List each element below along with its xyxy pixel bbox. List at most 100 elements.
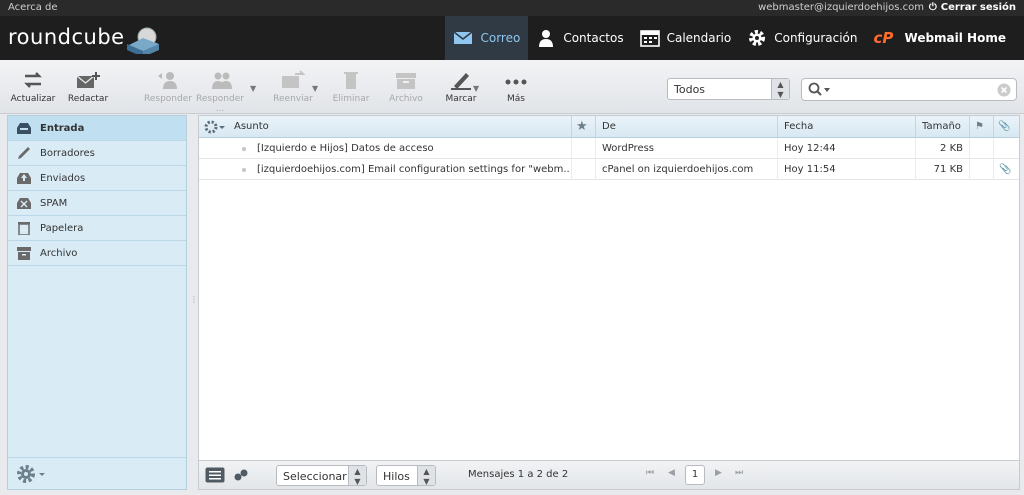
folder-spam[interactable]: SPAM — [8, 191, 186, 216]
column-divider — [571, 138, 572, 180]
column-flagged[interactable]: ★ — [571, 116, 595, 138]
search-icon[interactable] — [808, 82, 832, 98]
refresh-button[interactable]: Actualizar — [7, 70, 59, 104]
folder-trash[interactable]: Papelera — [8, 216, 186, 241]
threads-view-icon[interactable] — [233, 468, 251, 482]
column-divider — [969, 138, 970, 180]
refresh-icon — [24, 72, 42, 88]
folder-drafts[interactable]: Borradores — [8, 141, 186, 166]
folder-archive[interactable]: Archivo — [8, 241, 186, 266]
refresh-label: Actualizar — [10, 94, 56, 104]
compose-button[interactable]: Redactar — [62, 70, 114, 104]
tab-contacts[interactable]: Contactos — [528, 16, 631, 60]
message-from: cPanel on izquierdoehijos.com — [602, 164, 754, 175]
reply-all-dropdown-arrow[interactable]: ▼ — [250, 84, 256, 93]
inbox-icon — [17, 123, 31, 134]
envelope-icon — [454, 31, 473, 44]
filter-select[interactable]: Todos ▲ ▼ — [667, 78, 790, 100]
search-box[interactable] — [801, 78, 1017, 101]
unread-dot-icon — [242, 147, 246, 151]
tab-settings[interactable]: Configuración — [739, 16, 865, 60]
message-list-footer: Seleccionar ▲ ▼ Hilos ▲ ▼ Mensajes 1 a 2 d… — [199, 460, 1019, 489]
column-attachment[interactable]: 📎 — [993, 116, 1019, 138]
compose-label: Redactar — [67, 94, 109, 104]
clear-search-icon[interactable] — [997, 83, 1011, 97]
updown-arrow-icon: ▲ ▼ — [771, 79, 789, 99]
more-icon — [505, 79, 527, 85]
list-options-gear-icon[interactable] — [204, 120, 228, 134]
tab-contacts-label: Contactos — [563, 31, 624, 45]
column-divider — [993, 138, 994, 180]
tab-mail[interactable]: Correo — [445, 16, 529, 60]
message-row[interactable]: [izquierdoehijos.com] Email configuratio… — [199, 159, 1019, 180]
column-size[interactable]: Tamaño — [915, 116, 969, 138]
calendar-icon — [639, 30, 660, 47]
reply-button[interactable]: Responder — [142, 70, 194, 104]
username: webmaster@izquierdoehijos.com — [758, 2, 924, 13]
main-nav: Correo Contactos Calendario Configuració… — [445, 16, 1014, 60]
mark-dropdown-arrow[interactable]: ▼ — [473, 84, 479, 93]
reply-label: Responder — [144, 94, 192, 104]
column-divider — [777, 138, 778, 180]
first-page-icon[interactable]: ⏮ — [646, 468, 654, 478]
trash-icon — [18, 222, 30, 235]
compose-icon — [76, 72, 100, 88]
folder-drafts-label: Borradores — [40, 147, 95, 159]
message-count: Mensajes 1 a 2 de 2 — [468, 469, 569, 480]
message-row[interactable]: [Izquierdo e Hijos] Datos de acceso Word… — [199, 138, 1019, 159]
header: roundcube Correo Contactos Calendario Co… — [0, 16, 1024, 60]
folder-sent[interactable]: Enviados — [8, 166, 186, 191]
gear-icon — [749, 30, 766, 46]
cpanel-icon: cP — [873, 29, 894, 47]
reply-all-icon — [212, 72, 232, 89]
mark-button[interactable]: Marcar — [435, 70, 487, 104]
attachment-icon: 📎 — [999, 164, 1012, 175]
unread-dot-icon — [242, 168, 246, 172]
folder-settings-gear-icon[interactable] — [16, 464, 50, 484]
select-dropdown[interactable]: Seleccionar ▲ ▼ — [276, 465, 367, 486]
filter-select-value: Todos — [674, 83, 706, 96]
delete-button[interactable]: Eliminar — [325, 70, 377, 104]
folder-list: Entrada Borradores Enviados SPAM Papeler… — [7, 115, 187, 490]
column-from[interactable]: De — [595, 116, 777, 138]
top-bar: Acerca de webmaster@izquierdoehijos.com … — [0, 0, 1024, 16]
reply-icon — [158, 72, 177, 89]
sidebar-footer — [8, 457, 186, 489]
logo: roundcube — [8, 25, 125, 49]
threads-dropdown[interactable]: Hilos ▲ ▼ — [376, 465, 436, 486]
flag-icon: ⚑ — [975, 121, 984, 132]
logo-box-icon — [127, 27, 159, 54]
column-divider — [915, 138, 916, 180]
reply-all-label: Responder ... — [196, 94, 244, 114]
last-page-icon[interactable]: ⏭ — [735, 468, 743, 478]
logout-button[interactable]: ⏻ Cerrar sesión — [929, 2, 1016, 13]
folder-inbox-label: Entrada — [40, 122, 85, 134]
next-page-icon[interactable]: ▶ — [715, 468, 722, 478]
pencil-icon — [18, 147, 30, 159]
logout-label: Cerrar sesión — [940, 2, 1016, 13]
tab-calendar[interactable]: Calendario — [632, 16, 740, 60]
column-date[interactable]: Fecha — [777, 116, 915, 138]
archive-button[interactable]: Archivo — [380, 70, 432, 104]
message-size: 71 KB — [933, 164, 963, 175]
updown-arrow-icon: ▲ ▼ — [348, 466, 366, 486]
archive-icon — [17, 247, 31, 260]
column-flag[interactable]: ⚑ — [969, 116, 993, 138]
tab-calendar-label: Calendario — [666, 31, 732, 45]
forward-dropdown-arrow[interactable]: ▼ — [312, 84, 318, 93]
folder-inbox[interactable]: Entrada — [8, 116, 186, 141]
reply-all-button[interactable]: Responder ... — [194, 70, 246, 114]
column-subject[interactable]: Asunto — [228, 116, 568, 138]
list-view-icon[interactable] — [205, 467, 225, 483]
paperclip-icon: 📎 — [998, 121, 1011, 132]
more-button[interactable]: Más — [490, 70, 542, 104]
tab-webmail-home[interactable]: cP Webmail Home — [866, 16, 1014, 60]
forward-icon — [282, 70, 306, 88]
about-link[interactable]: Acerca de — [8, 2, 58, 13]
previous-page-icon[interactable]: ◀ — [668, 468, 675, 478]
search-input[interactable] — [834, 81, 994, 98]
folder-trash-label: Papelera — [40, 222, 84, 234]
pane-splitter[interactable]: ⋮ — [190, 295, 198, 315]
page-number-input[interactable]: 1 — [685, 465, 705, 485]
message-list: Asunto ★ De Fecha Tamaño ⚑ 📎 [Izquierdo … — [198, 115, 1020, 490]
